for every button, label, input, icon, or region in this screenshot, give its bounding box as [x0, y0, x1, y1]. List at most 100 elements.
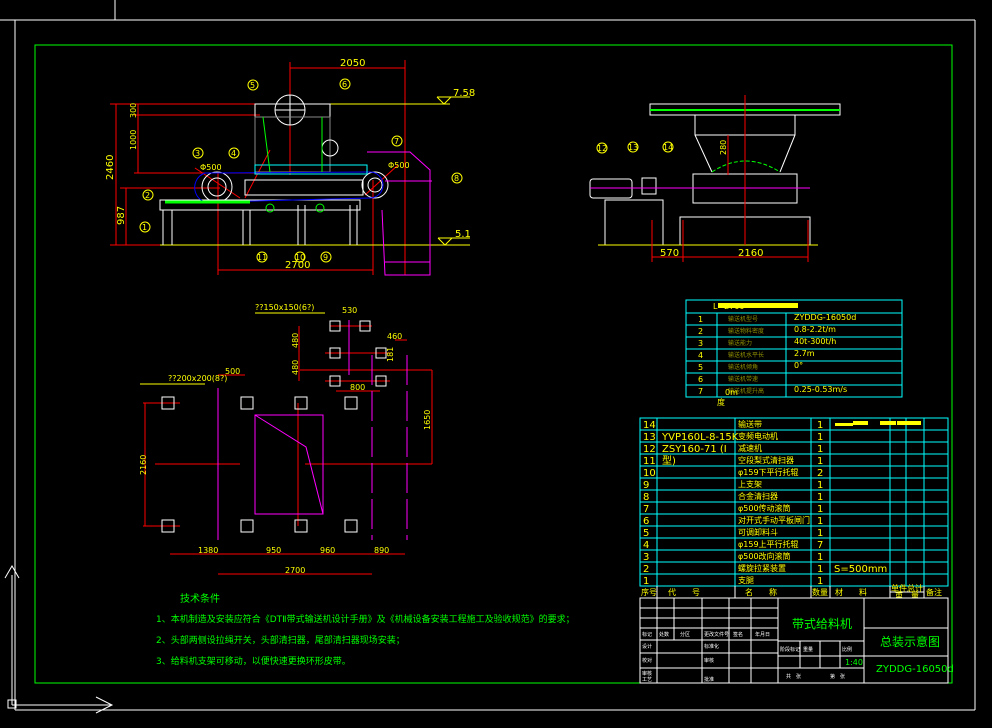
- param-no: 1: [698, 315, 703, 324]
- level-7-58: 7.58: [453, 88, 475, 99]
- part-code: 型): [662, 454, 676, 467]
- tail-pulley-dia: Φ500: [388, 161, 410, 170]
- tb-label: 标准化: [704, 643, 719, 650]
- anchor-large-label: ??200x200(8?): [168, 374, 227, 383]
- part-qty: 1: [817, 552, 823, 563]
- parts-header-code: 代 号: [668, 587, 700, 597]
- part-name: 上支架: [738, 479, 762, 489]
- tb-label: 比例: [842, 646, 852, 653]
- front-callouts: 5 6 3 4 7 8 2 1 11 10 9: [139, 78, 463, 263]
- part-no: 11: [643, 456, 656, 467]
- discharge-chute: [367, 151, 432, 276]
- part-name: 螺旋拉紧装置: [738, 563, 786, 573]
- conveyor-body: [159, 94, 389, 245]
- dim: 1650: [423, 410, 432, 430]
- part-no: 4: [643, 540, 649, 551]
- scale-value: 1:40: [845, 658, 863, 667]
- tb-label: 共 张: [786, 673, 801, 680]
- ucs-icon: [4, 565, 114, 714]
- front-dimensions: [110, 60, 406, 275]
- part-no: 6: [643, 516, 649, 527]
- dim: 181: [386, 347, 395, 362]
- dim: 480: [291, 333, 300, 348]
- dim-2460: 2460: [105, 155, 116, 180]
- param-value: 0°: [794, 361, 803, 370]
- drawing-frame: [0, 0, 976, 711]
- dim-570: 570: [660, 248, 679, 259]
- callout: 11: [257, 253, 267, 262]
- part-qty: 1: [817, 480, 823, 491]
- tb-label: 年月日: [755, 631, 770, 638]
- part-no: 8: [643, 492, 649, 503]
- front-view[interactable]: 2050 2460 987 300 1000 2700 7.58 5.1 Φ50…: [105, 58, 475, 276]
- dim-2050: 2050: [340, 58, 365, 69]
- title-block: 带式给料机 总装示意图 ZYDDG-16050d 1:40 标记 处数 分区 更…: [639, 597, 954, 684]
- part-no: 13: [643, 432, 656, 443]
- part-name: 可调卸料斗: [738, 527, 778, 537]
- tb-label: 分区: [680, 631, 690, 638]
- dim-987: 987: [116, 206, 127, 225]
- part-name: 变频电动机: [738, 431, 778, 441]
- dim-2160-side: 2160: [738, 248, 763, 259]
- side-view[interactable]: 570 2160 280 12 13 14: [589, 95, 841, 262]
- part-qty: 2: [817, 468, 823, 479]
- dim: 2160: [139, 455, 148, 475]
- dim: 480: [291, 360, 300, 375]
- param-value: ZYDDG-16050d: [794, 313, 856, 322]
- part-name: φ500传动滚筒: [738, 503, 791, 513]
- part-code: ZSY160-71 (I: [662, 444, 727, 455]
- tb-label: 校对: [642, 657, 652, 664]
- dim: 530: [342, 306, 357, 315]
- part-qty: 1: [817, 492, 823, 503]
- callout: 6: [342, 80, 347, 89]
- dim: 2700: [285, 566, 305, 575]
- tb-label: 更改文件号: [704, 631, 729, 638]
- param-no: 2: [698, 327, 703, 336]
- part-no: 2: [643, 564, 649, 575]
- dim: 800: [350, 383, 365, 392]
- tb-label: 审核: [642, 670, 652, 677]
- drawing-number: ZYDDG-16050d: [876, 664, 954, 675]
- part-name: 减速机: [738, 443, 762, 453]
- param-extra: 0m: [725, 388, 738, 397]
- tb-label: 标记: [642, 631, 652, 638]
- tb-label: 工艺: [642, 677, 652, 683]
- param-name: 输送机带速: [728, 375, 758, 383]
- dim-280: 280: [719, 140, 728, 155]
- part-name: 空段梨式清扫器: [738, 455, 794, 465]
- callout: 14: [663, 143, 673, 152]
- callout: 2: [145, 191, 150, 200]
- part-no: 1: [643, 576, 649, 587]
- part-no: 5: [643, 528, 649, 539]
- parts-header-qty: 数量: [812, 587, 828, 597]
- params-table: L=2700 1 输送机型号 ZYDDG-16050d 2 输送物料密度 0.8-2.2t…: [685, 299, 903, 407]
- tb-label: 第 张: [830, 673, 845, 680]
- callout: 13: [628, 143, 638, 152]
- note-item: 3、给料机支架可移动，以便快速更换环形皮带。: [156, 655, 351, 667]
- part-code: YVP160L-8-15K: [661, 432, 739, 443]
- tb-label: 审核: [704, 657, 714, 664]
- param-value: 0.8-2.2t/m: [794, 325, 836, 334]
- param-value: 40t-300t/h: [794, 337, 836, 346]
- param-value: 0.25-0.53m/s: [794, 385, 847, 394]
- callout: 3: [195, 149, 200, 158]
- part-qty: 1: [817, 504, 823, 515]
- dim: 1380: [198, 546, 218, 555]
- part-qty: 1: [817, 420, 823, 431]
- part-no: 9: [643, 480, 649, 491]
- param-name: 输送机倾角: [728, 363, 758, 371]
- cad-drawing-canvas[interactable]: 2050 2460 987 300 1000 2700 7.58 5.1 Φ50…: [0, 0, 992, 728]
- part-name: 输送带: [738, 419, 762, 429]
- product-name: 带式给料机: [792, 617, 852, 631]
- anchor-small-label: ??150x150(6?): [255, 303, 314, 312]
- part-qty: 1: [817, 564, 823, 575]
- callout: 7: [394, 137, 399, 146]
- part-qty: 1: [817, 432, 823, 443]
- plan-view[interactable]: ??150x150(6?) ??200x200(8?) 530 460 480 …: [139, 303, 433, 575]
- part-no: 14: [643, 420, 656, 431]
- technical-notes: 技术条件 1、本机制造及安装应符合《DTⅡ带式输送机设计手册》及《机械设备安装工…: [156, 592, 575, 667]
- parts-list: 14 输送带 113 YVP160L-8-15K 变频电动机 112 ZSY160-71 (…: [639, 417, 949, 600]
- part-name: φ500改向滚筒: [738, 551, 791, 561]
- dim: 950: [266, 546, 281, 555]
- part-no: 10: [643, 468, 656, 479]
